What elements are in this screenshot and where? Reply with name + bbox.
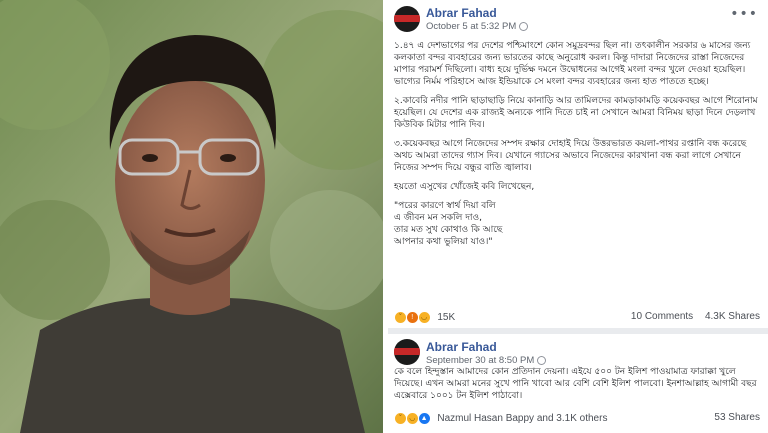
poem-line: আপনার কথা ভুলিয়া যাও।"	[394, 237, 493, 247]
post-meta: September 30 at 8:50 PM	[426, 355, 547, 366]
shares-count[interactable]: 53 Shares	[714, 412, 760, 423]
globe-icon	[519, 21, 529, 31]
post-paragraph: ২.কাবেরি নদীর পানি ছাড়াছাড়ি নিয়ে কানা…	[394, 96, 758, 130]
reactors-summary: Nazmul Hasan Bappy and 3.1K others	[437, 413, 608, 424]
avatar[interactable]	[394, 6, 420, 32]
post-paragraph: হয়তো এসুখের খোঁজেই কবি লিখেছেন,	[394, 182, 535, 192]
post-timestamp[interactable]: October 5 at 5:32 PM	[426, 21, 516, 32]
poem-line: তার মত সুখ কোথাও কি আছে	[394, 225, 503, 235]
post-text: কে বলে হিন্দুস্তান আমাদের কোন প্রতিদান দ…	[394, 367, 757, 401]
post-header: Abrar Fahad October 5 at 5:32 PM •••	[388, 0, 768, 34]
shares-count[interactable]: 4.3K Shares	[705, 311, 760, 322]
post-body: ১.৪৭ এ দেশভাগের পর দেশের পশ্চিমাংশে কোন …	[394, 40, 760, 248]
post-stats: ˘ ! ◡ 15K 10 Comments 4.3K Shares	[394, 311, 760, 325]
post-timestamp[interactable]: September 30 at 8:50 PM	[426, 355, 534, 366]
globe-icon	[537, 355, 547, 365]
avatar[interactable]	[394, 339, 420, 365]
post-body: কে বলে হিন্দুস্তান আমাদের কোন প্রতিদান দ…	[394, 366, 760, 402]
reactions-summary[interactable]: ˘ ! ◡ 15K	[394, 311, 455, 324]
facebook-posts-panel: Abrar Fahad October 5 at 5:32 PM ••• ১.৪…	[388, 0, 768, 433]
angry-reaction-icon: !	[405, 311, 419, 324]
reactions-summary[interactable]: ˘ ◡ ▲ Nazmul Hasan Bappy and 3.1K others	[394, 412, 607, 425]
comments-count[interactable]: 10 Comments	[631, 311, 693, 322]
engagement-counts: 53 Shares	[705, 412, 760, 423]
post-stats: ˘ ◡ ▲ Nazmul Hasan Bappy and 3.1K others…	[394, 412, 760, 426]
post-paragraph: ১.৪৭ এ দেশভাগের পর দেশের পশ্চিমাংশে কোন …	[394, 41, 751, 87]
poem-line: "পরের কারণে স্বার্থ দিয়া বলি	[394, 201, 496, 211]
more-options-icon[interactable]: •••	[730, 6, 758, 22]
facebook-post-1: Abrar Fahad October 5 at 5:32 PM ••• ১.৪…	[388, 0, 768, 328]
like-reaction-icon: ▲	[417, 412, 431, 425]
author-name[interactable]: Abrar Fahad	[426, 6, 497, 20]
post-paragraph: ৩.কয়েকবছর আগে নিজেদের সম্পদ রক্ষার দোহা…	[394, 139, 747, 173]
author-name[interactable]: Abrar Fahad	[426, 340, 497, 354]
engagement-counts: 10 Comments 4.3K Shares	[622, 311, 760, 322]
haha-reaction-icon: ◡	[417, 311, 431, 324]
post-meta: October 5 at 5:32 PM	[426, 21, 529, 32]
haha-reaction-icon: ◡	[405, 412, 419, 425]
portrait-photo	[0, 0, 383, 433]
poem-line: এ জীবন মন সকলি দাও,	[394, 213, 483, 223]
facebook-post-2: Abrar Fahad September 30 at 8:50 PM কে ব…	[388, 334, 768, 433]
post-header: Abrar Fahad September 30 at 8:50 PM	[388, 334, 768, 368]
reaction-count: 15K	[437, 312, 456, 323]
